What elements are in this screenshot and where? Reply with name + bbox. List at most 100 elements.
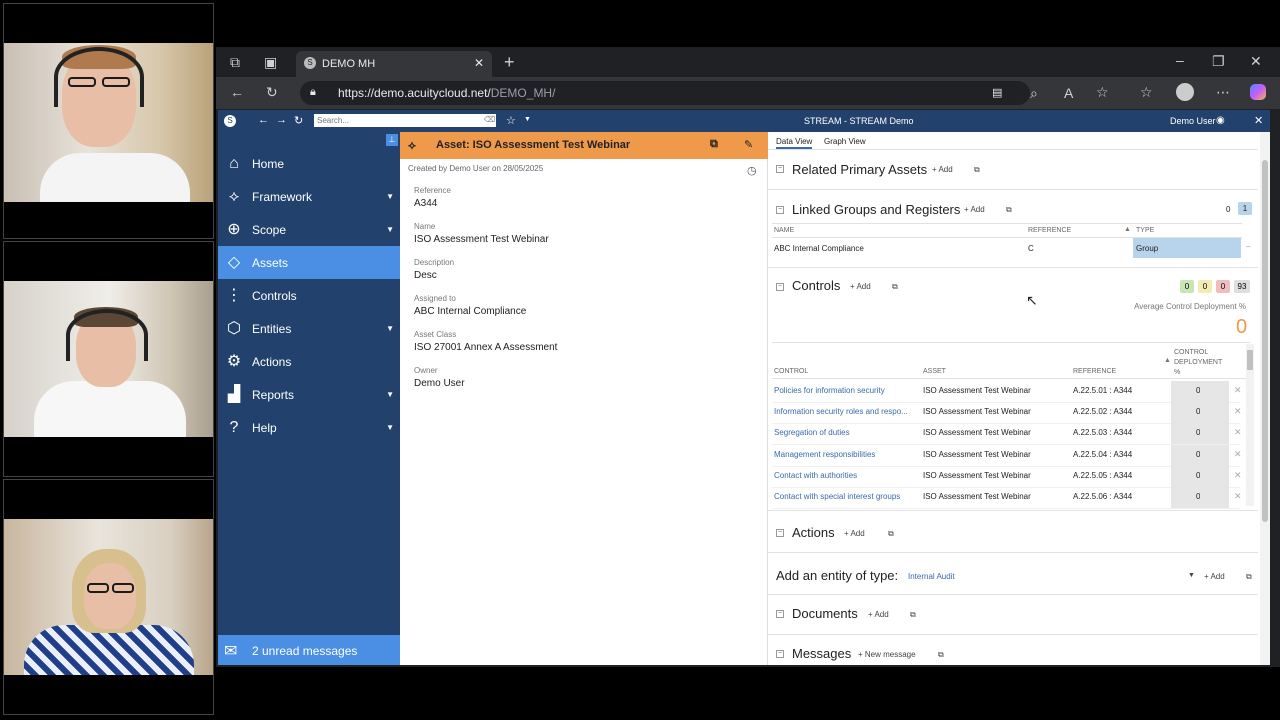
open-controls-icon[interactable]: ⧉ [892, 282, 898, 292]
refresh-icon[interactable]: ↻ [266, 85, 278, 99]
add-action-button[interactable]: + Add [844, 529, 865, 538]
collapse-documents-icon[interactable]: − [776, 610, 784, 618]
add-linked-button[interactable]: + Add [964, 205, 985, 214]
tab-close-icon[interactable]: ✕ [474, 56, 484, 70]
row-remove-icon[interactable]: – [1246, 242, 1250, 251]
linked-name[interactable]: ABC Internal Compliance [774, 244, 864, 253]
sidebar-item-scope[interactable]: ⊕ Scope ▼ [218, 213, 400, 246]
control-link[interactable]: Contact with authorities [774, 471, 857, 480]
minimize-icon[interactable]: – [1176, 53, 1184, 67]
forward-nav-icon[interactable]: → [276, 114, 287, 126]
open-documents-icon[interactable]: ⧉ [910, 610, 916, 620]
control-link[interactable]: Management responsibilities [774, 450, 875, 459]
collapse-actions-icon[interactable]: − [776, 529, 784, 537]
control-link[interactable]: Contact with special interest groups [774, 492, 900, 501]
clipboard-icon[interactable]: ▤ [992, 86, 1002, 99]
add-related-button[interactable]: + Add [932, 165, 953, 174]
chevron-down-icon[interactable]: ▼ [386, 423, 394, 432]
copilot-icon[interactable] [1250, 84, 1266, 100]
clear-search-icon[interactable]: ⌫ [484, 115, 495, 124]
controls-scrollbar[interactable] [1246, 344, 1254, 506]
controls-scroll-thumb[interactable] [1247, 350, 1253, 370]
app-logo-icon[interactable]: S [224, 115, 236, 127]
sidebar-item-controls[interactable]: ⋮ Controls [218, 279, 400, 312]
new-message-button[interactable]: + New message [858, 650, 916, 659]
control-link[interactable]: Information security roles and respo... [774, 407, 908, 416]
collapse-controls-icon[interactable]: − [776, 283, 784, 291]
zoom-icon[interactable]: ⌕ [1030, 86, 1038, 100]
pin-icon[interactable]: ⊥ [386, 134, 398, 146]
sidebar-item-help[interactable]: ? Help ▼ [218, 411, 400, 444]
more-icon[interactable]: ⋯ [1216, 85, 1230, 99]
sort-asc-icon[interactable]: ▲ [1164, 357, 1171, 364]
tab-graph-view[interactable]: Graph View [824, 137, 866, 146]
sidebar-item-entities[interactable]: ⬡ Entities ▼ [218, 312, 400, 345]
user-name[interactable]: Demo User [1170, 116, 1216, 126]
scrollbar[interactable] [1260, 132, 1270, 665]
back-icon[interactable]: ← [230, 85, 244, 99]
profile-avatar[interactable] [1176, 83, 1194, 101]
browser-tab[interactable]: S DEMO MH ✕ [296, 51, 492, 77]
collapse-related-icon[interactable]: − [776, 165, 784, 173]
collections-icon[interactable]: ☆ [1140, 85, 1153, 99]
sort-asc-icon[interactable]: ▲ [1124, 226, 1131, 233]
col-type[interactable]: TYPE [1136, 227, 1154, 234]
chevron-down-icon[interactable]: ▼ [386, 324, 394, 333]
remove-control-icon[interactable]: ✕ [1234, 470, 1242, 481]
close-window-icon[interactable]: ✕ [1250, 54, 1262, 68]
history-icon[interactable]: ◷ [747, 164, 757, 177]
unread-messages[interactable]: ✉ 2 unread messages [218, 635, 400, 665]
col-control[interactable]: CONTROL [774, 368, 808, 375]
scrollbar-thumb[interactable] [1262, 160, 1268, 522]
url-field[interactable]: 🔒︎ https://demo.acuitycloud.net/DEMO_MH/… [300, 81, 1030, 105]
open-actions-icon[interactable]: ⧉ [888, 529, 894, 539]
col-reference[interactable]: REFERENCE [1073, 368, 1116, 375]
col-name[interactable]: NAME [774, 227, 794, 234]
user-icon[interactable]: ◉ [1216, 115, 1225, 126]
add-entity-button[interactable]: + Add [1204, 572, 1225, 581]
open-linked-icon[interactable]: ⧉ [1006, 205, 1012, 215]
close-app-icon[interactable]: ✕ [1254, 114, 1263, 127]
reload-icon[interactable]: ↻ [294, 114, 303, 127]
open-related-icon[interactable]: ⧉ [974, 165, 980, 175]
read-aloud-icon[interactable]: A [1064, 86, 1073, 100]
back-nav-icon[interactable]: ← [258, 114, 269, 126]
remove-control-icon[interactable]: ✕ [1234, 427, 1242, 438]
tab-actions-icon[interactable]: ▣ [264, 55, 277, 69]
open-messages-icon[interactable]: ⧉ [938, 650, 944, 660]
control-link[interactable]: Segregation of duties [774, 428, 850, 437]
open-entity-icon[interactable]: ⧉ [1246, 572, 1252, 582]
remove-control-icon[interactable]: ✕ [1234, 406, 1242, 417]
sidebar-item-actions[interactable]: ⚙ Actions [218, 345, 400, 378]
control-link[interactable]: Policies for information security [774, 386, 885, 395]
entity-type-select[interactable]: Internal Audit [908, 572, 955, 581]
add-control-button[interactable]: + Add [850, 282, 871, 291]
dropdown-icon[interactable]: ▼ [524, 116, 531, 123]
sidebar-item-assets[interactable]: ◇ Assets [218, 246, 400, 279]
star-icon[interactable]: ☆ [506, 114, 516, 127]
col-asset[interactable]: ASSET [923, 368, 946, 375]
remove-control-icon[interactable]: ✕ [1234, 491, 1242, 502]
remove-control-icon[interactable]: ✕ [1234, 385, 1242, 396]
favorite-icon[interactable]: ☆ [1096, 85, 1109, 99]
collapse-linked-icon[interactable]: − [776, 206, 784, 214]
search-input[interactable] [314, 114, 496, 127]
chevron-down-icon[interactable]: ▼ [386, 390, 394, 399]
remove-control-icon[interactable]: ✕ [1234, 449, 1242, 460]
copy-icon[interactable]: ⧉ [710, 138, 718, 151]
sidebar-item-framework[interactable]: ⟡ Framework ▼ [218, 180, 400, 213]
chevron-down-icon[interactable]: ▼ [386, 192, 394, 201]
collapse-messages-icon[interactable]: − [776, 650, 784, 658]
edit-icon[interactable]: ✎ [744, 138, 753, 151]
sidebar-item-home[interactable]: ⌂ Home [218, 147, 400, 180]
col-reference[interactable]: REFERENCE [1028, 227, 1071, 234]
tab-data-view[interactable]: Data View [776, 137, 813, 149]
chevron-down-icon[interactable]: ▼ [386, 225, 394, 234]
workspaces-icon[interactable]: ⧉ [230, 55, 240, 69]
restore-icon[interactable]: ❐ [1212, 54, 1225, 68]
col-deployment[interactable]: CONTROL DEPLOYMENT % [1174, 348, 1222, 378]
new-tab-icon[interactable]: + [504, 53, 515, 71]
sidebar-item-reports[interactable]: ▟ Reports ▼ [218, 378, 400, 411]
entity-dropdown-icon[interactable]: ▼ [1188, 572, 1195, 579]
add-document-button[interactable]: + Add [868, 610, 889, 619]
